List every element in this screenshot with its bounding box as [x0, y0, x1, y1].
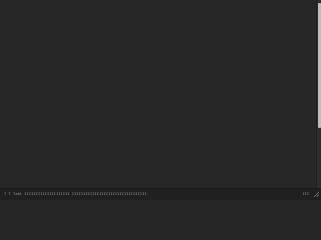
status-text: T T Tabl IIIIIIIIIIIIIIIIIIII IIIIIIIIII…: [4, 192, 147, 196]
app-window: T T Tabl IIIIIIIIIIIIIIIIIIII IIIIIIIIII…: [0, 0, 321, 200]
status-right-text: III: [302, 192, 310, 196]
status-bar: T T Tabl IIIIIIIIIIIIIIIIIIII IIIIIIIIII…: [0, 188, 321, 200]
editor-canvas[interactable]: [0, 0, 316, 188]
vertical-scrollbar[interactable]: [316, 0, 321, 188]
resize-grip-icon[interactable]: [313, 191, 319, 197]
